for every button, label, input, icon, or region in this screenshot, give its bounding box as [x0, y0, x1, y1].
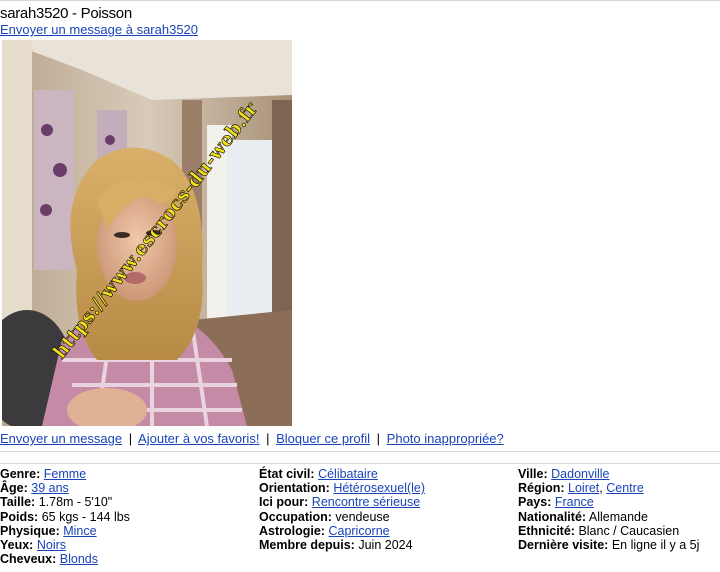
detail-label: Membre depuis: — [259, 538, 355, 553]
astrology-link[interactable]: Capricorne — [328, 524, 389, 538]
detail-country: Pays: France — [518, 495, 699, 509]
detail-label: Ville: — [518, 467, 548, 481]
detail-marital-status: État civil: Célibataire — [259, 467, 425, 481]
detail-label: Physique: — [0, 523, 60, 538]
top-divider — [0, 0, 720, 1]
detail-label: Cheveux: — [0, 552, 57, 567]
hair-link[interactable]: Blonds — [60, 552, 98, 566]
detail-label: Occupation: — [259, 509, 332, 524]
occupation-value: vendeuse — [335, 509, 390, 524]
details-column-3: Ville: Dadonville Région: Loiret, Centre… — [518, 467, 699, 552]
marital-status-link[interactable]: Célibataire — [318, 467, 378, 481]
detail-occupation: Occupation: vendeuse — [259, 510, 425, 524]
detail-astrology: Astrologie: Capricorne — [259, 524, 425, 538]
detail-region: Région: Loiret, Centre — [518, 481, 644, 496]
block-profile-action[interactable]: Bloquer ce profil — [276, 431, 370, 446]
detail-ethnicity: Ethnicité: Blanc / Caucasien — [518, 524, 699, 538]
detail-hair: Cheveux: Blonds — [0, 552, 130, 566]
detail-label: Nationalité: — [518, 509, 587, 524]
profile-actions: Envoyer un message | Ajouter à vos favor… — [0, 431, 504, 446]
orientation-link[interactable]: Hétérosexuel(le) — [333, 481, 425, 495]
nationality-value: Allemande — [588, 509, 648, 524]
city-link[interactable]: Dadonville — [551, 467, 609, 481]
country-link[interactable]: France — [555, 495, 594, 509]
details-column-2: État civil: Célibataire Orientation: Hét… — [259, 467, 425, 552]
last-visit-value: En ligne il y a 5j — [611, 538, 700, 553]
region-link-2[interactable]: Centre — [606, 481, 644, 495]
region-link[interactable]: Loiret — [568, 481, 599, 495]
detail-member-since: Membre depuis: Juin 2024 — [259, 538, 425, 552]
detail-height: Taille: 1.78m - 5'10" — [0, 495, 130, 509]
divider — [0, 451, 720, 452]
separator: | — [376, 431, 381, 446]
detail-here-for: Ici pour: Rencontre sérieuse — [259, 495, 425, 509]
gender-link[interactable]: Femme — [44, 467, 86, 481]
profile-photo-image: https://www.escrocs-du-web.fr — [2, 40, 292, 426]
detail-label: Dernière visite: — [518, 538, 609, 553]
detail-age: Âge: 39 ans — [0, 481, 130, 495]
ethnicity-value: Blanc / Caucasien — [578, 523, 680, 538]
page-title: sarah3520 - Poisson — [0, 5, 132, 22]
send-message-action[interactable]: Envoyer un message — [0, 431, 122, 446]
details-column-1: Genre: Femme Âge: 39 ans Taille: 1.78m -… — [0, 467, 130, 566]
separator: | — [266, 431, 270, 446]
detail-label: Pays: — [518, 495, 552, 510]
here-for-link[interactable]: Rencontre sérieuse — [312, 495, 420, 509]
send-message-link[interactable]: Envoyer un message à sarah3520 — [0, 22, 198, 37]
detail-label: Yeux: — [0, 538, 34, 553]
age-link[interactable]: 39 ans — [31, 481, 69, 495]
detail-nationality: Nationalité: Allemande — [518, 510, 699, 524]
profile-photo[interactable]: https://www.escrocs-du-web.fr — [2, 40, 292, 426]
separator: | — [128, 431, 133, 446]
detail-label: Âge: — [0, 481, 28, 496]
detail-label: Taille: — [0, 495, 36, 510]
detail-weight: Poids: 65 kgs - 144 lbs — [0, 510, 130, 524]
detail-label: Genre: — [0, 467, 41, 481]
report-photo-action[interactable]: Photo inappropriée? — [387, 431, 504, 446]
detail-label: Ici pour: — [259, 495, 309, 510]
member-since-value: Juin 2024 — [358, 538, 413, 553]
detail-label: Poids: — [0, 509, 39, 524]
physique-link[interactable]: Mince — [63, 524, 96, 538]
detail-label: Région: — [518, 481, 565, 496]
weight-value: 65 kgs - 144 lbs — [41, 509, 130, 524]
detail-label: Astrologie: — [259, 523, 325, 538]
eyes-link[interactable]: Noirs — [37, 538, 66, 552]
detail-physique: Physique: Mince — [0, 524, 130, 538]
height-value: 1.78m - 5'10" — [38, 495, 113, 510]
detail-orientation: Orientation: Hétérosexuel(le) — [259, 481, 425, 495]
detail-last-visit: Dernière visite: En ligne il y a 5j — [518, 538, 699, 552]
add-favorite-action[interactable]: Ajouter à vos favoris! — [138, 431, 259, 446]
detail-gender: Genre: Femme — [0, 467, 130, 481]
detail-label: Ethnicité: — [518, 523, 575, 538]
divider — [0, 463, 720, 464]
detail-label: État civil: — [259, 467, 315, 481]
detail-eyes: Yeux: Noirs — [0, 538, 130, 552]
detail-city: Ville: Dadonville — [518, 467, 699, 481]
detail-label: Orientation: — [259, 481, 330, 496]
